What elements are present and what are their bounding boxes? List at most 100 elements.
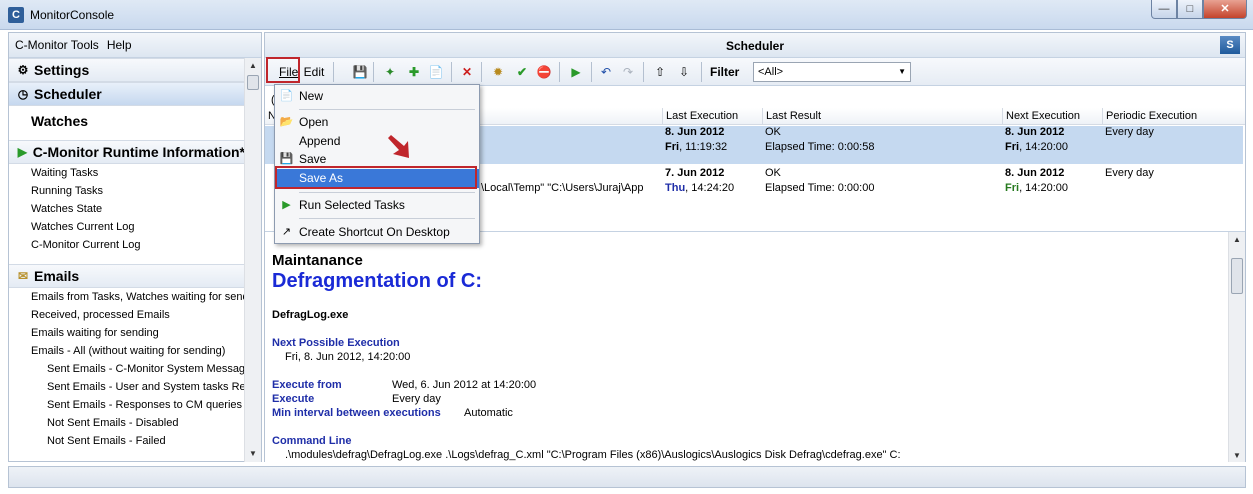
execute-label: Execute — [272, 393, 315, 405]
scroll-down-arrow-icon[interactable]: ▼ — [1229, 448, 1245, 462]
nav-sent-system-messages[interactable]: Sent Emails - C-Monitor System Message — [9, 360, 245, 378]
nav-not-sent-disabled[interactable]: Not Sent Emails - Disabled — [9, 414, 245, 432]
move-down-icon[interactable]: ⇩ — [675, 62, 693, 82]
toolbar-separator — [451, 62, 452, 82]
toolbar-separator — [373, 62, 374, 82]
status-bar — [8, 466, 1246, 488]
window-title: MonitorConsole — [30, 8, 115, 22]
play-icon: ▶ — [282, 199, 291, 211]
detail-scroll-thumb[interactable] — [1231, 258, 1243, 294]
left-scroll-thumb[interactable] — [247, 75, 259, 90]
run-icon[interactable]: ▶ — [567, 62, 585, 82]
nav-emails-waiting-from-tasks[interactable]: Emails from Tasks, Watches waiting for s… — [9, 288, 245, 306]
nav-watches-state[interactable]: Watches State — [9, 200, 245, 218]
annotation-arrow-icon — [388, 135, 409, 158]
row-result: OK — [765, 167, 781, 179]
shortcut-icon: ↗ — [281, 226, 292, 238]
scroll-down-arrow-icon[interactable]: ▼ — [245, 446, 261, 461]
row-next-date: 8. Jun 2012 — [1005, 126, 1065, 138]
nav-scheduler[interactable]: ◷ Scheduler — [9, 82, 245, 106]
close-button[interactable]: ✕ — [1203, 0, 1247, 19]
nav-running-tasks[interactable]: Running Tasks — [9, 182, 245, 200]
nav-sent-responses[interactable]: Sent Emails - Responses to CM queries — [9, 396, 245, 414]
column-last-execution[interactable]: Last Execution — [662, 108, 738, 125]
filter-label: Filter — [710, 65, 740, 79]
nav-waiting-tasks[interactable]: Waiting Tasks — [9, 164, 245, 182]
nav-received-emails[interactable]: Received, processed Emails — [9, 306, 245, 324]
enable-icon[interactable]: ✔ — [513, 62, 531, 82]
row-last-time: Thu, 14:24:20 — [665, 182, 735, 194]
nav-runtime-label: C-Monitor Runtime Information* — [32, 144, 245, 160]
envelope-icon: ✉ — [17, 269, 29, 283]
maximize-button[interactable]: □ — [1177, 0, 1203, 19]
detail-scrollbar[interactable]: ▲ ▼ — [1228, 232, 1245, 462]
left-scrollbar[interactable]: ▲ ▼ — [244, 58, 261, 462]
next-possible-value: Fri, 8. Jun 2012, 14:20:00 — [285, 351, 411, 363]
menu-item-open[interactable]: 📂 Open — [275, 113, 479, 132]
scroll-up-arrow-icon[interactable]: ▲ — [245, 58, 261, 73]
nav-emails-label: Emails — [34, 268, 80, 284]
redo-icon[interactable]: ↷ — [619, 62, 637, 82]
minimize-button[interactable]: — — [1151, 0, 1177, 19]
command-line-value: .\modules\defrag\DefragLog.exe .\Logs\de… — [285, 449, 901, 461]
nav-emails-all[interactable]: Emails - All (without waiting for sendin… — [9, 342, 245, 360]
filter-value: <All> — [758, 66, 784, 78]
menu-item-run-label: Run Selected Tasks — [299, 198, 405, 212]
nav-watches-current-log[interactable]: Watches Current Log — [9, 218, 245, 236]
title-bar: C MonitorConsole — □ ✕ — [0, 0, 1253, 30]
filter-select[interactable]: <All> ▼ — [753, 62, 911, 82]
scroll-up-arrow-icon[interactable]: ▲ — [1229, 232, 1245, 247]
play-icon: ▶ — [17, 145, 27, 159]
menu-separator — [299, 109, 475, 110]
menu-item-shortcut-label: Create Shortcut On Desktop — [299, 225, 450, 239]
delete-icon[interactable]: ✕ — [458, 62, 476, 82]
toolbar-separator — [591, 62, 592, 82]
nav-settings[interactable]: ⚙ Settings — [9, 58, 245, 82]
column-periodic-execution[interactable]: Periodic Execution — [1102, 108, 1197, 125]
min-interval-label: Min interval between executions — [272, 407, 441, 419]
detail-category: Maintanance — [272, 252, 363, 269]
nav-watches[interactable]: Watches — [9, 106, 245, 136]
row-last-time: Fri, 11:19:32 — [665, 141, 728, 153]
column-next-execution[interactable]: Next Execution — [1002, 108, 1080, 125]
column-last-result[interactable]: Last Result — [762, 108, 821, 125]
save-as-highlight — [275, 166, 477, 189]
nav-not-sent-failed[interactable]: Not Sent Emails - Failed — [9, 432, 245, 450]
toolbar-separator — [333, 62, 334, 82]
new-task-wizard-icon[interactable]: ✦ — [381, 62, 399, 82]
undo-icon[interactable]: ↶ — [597, 62, 615, 82]
detail-exe: DefragLog.exe — [272, 309, 349, 321]
settings-icon[interactable]: ✹ — [489, 62, 507, 82]
menu-help[interactable]: Help — [107, 38, 132, 52]
task-detail-panel: Maintanance Defragmentation of C: Defrag… — [265, 231, 1245, 462]
save-icon[interactable]: 💾 — [351, 62, 369, 82]
nav-runtime-information[interactable]: ▶ C-Monitor Runtime Information* — [9, 140, 245, 164]
chevron-down-icon: ▼ — [898, 67, 906, 76]
menu-item-run-selected-tasks[interactable]: ▶ Run Selected Tasks — [275, 196, 479, 215]
toolbar-separator — [481, 62, 482, 82]
menu-cmonitor-tools[interactable]: C-Monitor Tools — [15, 38, 99, 52]
nav-emails-waiting[interactable]: Emails waiting for sending — [9, 324, 245, 342]
disable-icon[interactable]: ⛔ — [535, 62, 553, 82]
properties-icon[interactable]: 📄 — [427, 62, 445, 82]
row-next-time: Fri, 14:20:00 — [1005, 141, 1068, 153]
menu-item-new[interactable]: 📄 New — [275, 87, 479, 106]
row-last-date: 7. Jun 2012 — [665, 167, 725, 179]
nav-emails[interactable]: ✉ Emails — [9, 264, 245, 288]
nav-cmonitor-current-log[interactable]: C-Monitor Current Log — [9, 236, 245, 254]
move-up-icon[interactable]: ⇧ — [651, 62, 669, 82]
edit-menu-button[interactable]: Edit — [303, 62, 325, 82]
navigation-list: ⚙ Settings ◷ Scheduler Watches ▶ C-Monit… — [9, 58, 245, 462]
scheduler-toolbar: File Edit 💾 ✦ ✚ 📄 ✕ ✹ ✔ ⛔ ▶ ↶ ↷ ⇧ ⇩ Filt… — [265, 58, 1245, 86]
execute-value: Every day — [392, 393, 441, 405]
nav-sent-user-system-results[interactable]: Sent Emails - User and System tasks Res — [9, 378, 245, 396]
menu-item-append[interactable]: Append — [275, 132, 479, 151]
navigation-pane: C-Monitor Tools Help ⚙ Settings ◷ Schedu… — [8, 32, 262, 462]
add-icon[interactable]: ✚ — [405, 62, 423, 82]
toolbar-separator — [559, 62, 560, 82]
menu-item-append-label: Append — [299, 134, 341, 148]
row-result: OK — [765, 126, 781, 138]
gear-icon: ⚙ — [17, 63, 29, 77]
menu-item-create-shortcut[interactable]: ↗ Create Shortcut On Desktop — [275, 223, 479, 242]
left-menu-bar: C-Monitor Tools Help — [9, 33, 261, 58]
